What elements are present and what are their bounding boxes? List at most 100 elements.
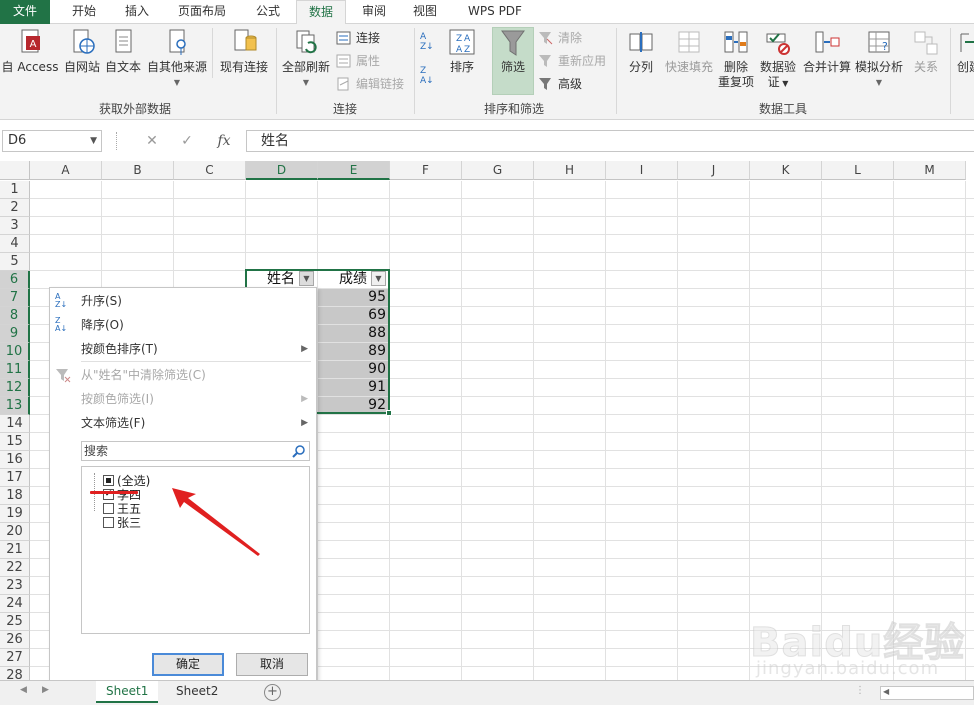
tab-view[interactable]: 视图 <box>402 0 448 24</box>
connections-button[interactable]: 连接 <box>336 28 380 48</box>
tab-page-layout[interactable]: 页面布局 <box>170 0 234 24</box>
enter-formula-button[interactable]: ✓ <box>175 130 199 152</box>
row-header-6[interactable]: 6 <box>0 271 30 289</box>
column-header-m[interactable]: M <box>894 161 966 180</box>
row-header-12[interactable]: 12 <box>0 379 30 397</box>
row-header-4[interactable]: 4 <box>0 235 30 253</box>
refresh-all-button[interactable]: 全部刷新 ▼ <box>280 28 332 90</box>
tab-file[interactable]: 文件 <box>0 0 50 24</box>
data-validation-button[interactable]: 数据验 证 ▼ <box>758 28 798 91</box>
row-header-16[interactable]: 16 <box>0 451 30 469</box>
tab-home[interactable]: 开始 <box>60 0 108 24</box>
row-header-25[interactable]: 25 <box>0 613 30 631</box>
row-header-19[interactable]: 19 <box>0 505 30 523</box>
what-if-button[interactable]: ? 模拟分析 ▼ <box>854 28 904 90</box>
cell-e13[interactable]: 92 <box>318 397 389 414</box>
cell-e10[interactable]: 89 <box>318 343 389 360</box>
row-header-26[interactable]: 26 <box>0 631 30 649</box>
row-header-2[interactable]: 2 <box>0 199 30 217</box>
cell-e8[interactable]: 69 <box>318 307 389 324</box>
column-header-j[interactable]: J <box>678 161 750 180</box>
filter-search-input[interactable]: 搜索 <box>81 441 310 461</box>
sort-za-icon[interactable]: Z A↓ <box>420 66 440 86</box>
column-header-h[interactable]: H <box>534 161 606 180</box>
relationships-button[interactable]: 关系 <box>906 28 946 75</box>
consolidate-button[interactable]: 合并计算 <box>800 28 854 75</box>
column-header-f[interactable]: F <box>390 161 462 180</box>
row-header-24[interactable]: 24 <box>0 595 30 613</box>
cell-e11[interactable]: 90 <box>318 361 389 378</box>
row-header-11[interactable]: 11 <box>0 361 30 379</box>
filter-dropdown-score[interactable]: ▼ <box>371 271 386 286</box>
tab-wps-pdf[interactable]: WPS PDF <box>455 0 535 24</box>
reapply-button[interactable]: 重新应用 <box>538 51 606 71</box>
clear-filter-button[interactable]: 清除 <box>538 28 582 48</box>
checkbox[interactable] <box>103 475 114 486</box>
select-all-corner[interactable] <box>0 161 30 180</box>
cancel-button[interactable]: 取消 <box>236 653 308 676</box>
ok-button[interactable]: 确定 <box>152 653 224 676</box>
menu-text-filters[interactable]: 文本筛选(F) ▶ <box>50 412 316 434</box>
properties-button[interactable]: 属性 <box>336 51 380 71</box>
row-header-21[interactable]: 21 <box>0 541 30 559</box>
row-header-22[interactable]: 22 <box>0 559 30 577</box>
row-header-8[interactable]: 8 <box>0 307 30 325</box>
column-header-i[interactable]: I <box>606 161 678 180</box>
row-header-28[interactable]: 28 <box>0 667 30 680</box>
insert-function-button[interactable]: fx <box>212 130 236 152</box>
next-sheet-icon[interactable]: ▶ <box>42 685 49 695</box>
horizontal-scrollbar[interactable]: ◀ <box>880 686 974 700</box>
row-header-10[interactable]: 10 <box>0 343 30 361</box>
name-box[interactable]: D6 ▼ <box>2 130 102 152</box>
from-access-button[interactable]: A 自 Access <box>0 28 60 75</box>
cancel-formula-button[interactable]: ✕ <box>140 130 164 152</box>
menu-sort-ascending[interactable]: A Z↓ 升序(S) <box>50 290 316 312</box>
scroll-left-icon[interactable]: ◀ <box>883 687 889 696</box>
remove-duplicates-button[interactable]: 删除 重复项 <box>716 28 756 90</box>
column-header-k[interactable]: K <box>750 161 822 180</box>
row-header-9[interactable]: 9 <box>0 325 30 343</box>
checkbox[interactable] <box>103 503 114 514</box>
row-header-1[interactable]: 1 <box>0 181 30 199</box>
tab-formulas[interactable]: 公式 <box>244 0 292 24</box>
row-header-23[interactable]: 23 <box>0 577 30 595</box>
row-header-3[interactable]: 3 <box>0 217 30 235</box>
menu-sort-descending[interactable]: Z A↓ 降序(O) <box>50 314 316 336</box>
from-text-button[interactable]: 自文本 <box>103 28 143 75</box>
filter-dropdown-name[interactable]: ▼ <box>299 271 314 286</box>
column-header-d[interactable]: D <box>246 161 318 180</box>
advanced-filter-button[interactable]: 高级 <box>538 74 582 94</box>
filter-item[interactable]: 张三 <box>103 515 141 531</box>
menu-sort-by-color[interactable]: 按颜色排序(T) ▶ <box>50 338 316 360</box>
column-header-g[interactable]: G <box>462 161 534 180</box>
from-other-sources-button[interactable]: 自其他来源 ▼ <box>145 28 209 90</box>
tab-data[interactable]: 数据 <box>296 0 346 25</box>
edit-links-button[interactable]: 编辑链接 <box>336 74 404 94</box>
row-header-17[interactable]: 17 <box>0 469 30 487</box>
fill-handle[interactable] <box>386 410 392 416</box>
add-sheet-icon[interactable]: + <box>264 684 281 701</box>
text-to-columns-button[interactable]: 分列 <box>622 28 660 75</box>
column-header-l[interactable]: L <box>822 161 894 180</box>
menu-clear-filter[interactable]: 从"姓名"中清除筛选(C) <box>50 364 316 386</box>
checkbox[interactable] <box>103 517 114 528</box>
sheet-tab-2[interactable]: Sheet2 <box>166 681 228 703</box>
cell-e9[interactable]: 88 <box>318 325 389 342</box>
row-header-27[interactable]: 27 <box>0 649 30 667</box>
sort-button[interactable]: ZAAZ 排序 <box>444 28 480 75</box>
row-header-7[interactable]: 7 <box>0 289 30 307</box>
create-group-button[interactable]: 创建 <box>954 28 974 75</box>
flash-fill-button[interactable]: 快速填充 <box>662 28 716 75</box>
tab-insert[interactable]: 插入 <box>113 0 161 24</box>
filter-button[interactable]: 筛选 <box>492 28 534 75</box>
prev-sheet-icon[interactable]: ◀ <box>20 685 27 695</box>
row-header-20[interactable]: 20 <box>0 523 30 541</box>
cell-e7[interactable]: 95 <box>318 289 389 306</box>
row-header-5[interactable]: 5 <box>0 253 30 271</box>
tab-review[interactable]: 审阅 <box>351 0 397 24</box>
menu-filter-by-color[interactable]: 按颜色筛选(I) ▶ <box>50 388 316 410</box>
column-header-a[interactable]: A <box>30 161 102 180</box>
existing-connections-button[interactable]: 现有连接 <box>216 28 272 75</box>
formula-input[interactable]: 姓名 <box>246 130 974 152</box>
column-header-b[interactable]: B <box>102 161 174 180</box>
